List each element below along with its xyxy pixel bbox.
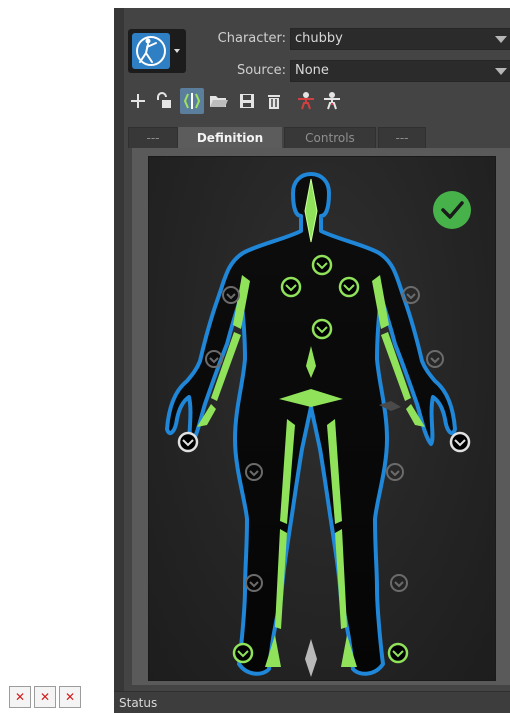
panel-edge (114, 8, 124, 713)
reference-bone[interactable] (305, 639, 317, 677)
character-controls-panel: Character: chubby Source: None --- Defin… (114, 8, 510, 713)
broken-image-icon: ✕ (59, 686, 81, 708)
right-hip-slot[interactable] (386, 463, 404, 481)
save-icon[interactable] (235, 88, 259, 114)
unlock-icon[interactable] (152, 88, 176, 114)
body-outline (165, 172, 457, 676)
right-elbow-slot[interactable] (426, 350, 444, 368)
definition-valid-indicator (433, 191, 471, 229)
left-hand-slot[interactable] (177, 431, 199, 453)
source-dropdown[interactable]: None (290, 60, 510, 82)
right-hand-slot[interactable] (449, 431, 471, 453)
tab-empty-right[interactable]: --- (378, 127, 426, 148)
tab-definition[interactable]: Definition (178, 127, 282, 148)
mirror-icon[interactable] (180, 88, 204, 114)
source-value: None (295, 63, 329, 78)
delete-icon[interactable] (262, 88, 286, 114)
right-foot-slot[interactable] (387, 642, 409, 664)
character-label: Character: (217, 31, 286, 46)
left-foot-slot[interactable] (232, 642, 254, 664)
left-shoulder-slot[interactable] (280, 276, 302, 298)
open-folder-icon[interactable] (207, 88, 231, 114)
chest-slot[interactable] (311, 318, 333, 340)
character-icon[interactable] (320, 88, 344, 114)
character-value: chubby (295, 31, 343, 46)
body-silhouette (165, 172, 457, 676)
right-clavicle-slot[interactable] (402, 286, 420, 304)
right-knee-slot[interactable] (390, 574, 408, 592)
tab-empty-left[interactable]: --- (128, 127, 178, 148)
plus-icon[interactable] (126, 88, 150, 114)
status-bar: Status (114, 691, 510, 713)
broken-image-icon: ✕ (34, 686, 56, 708)
source-label: Source: (236, 63, 286, 78)
broken-image-icon: ✕ (9, 686, 31, 708)
character-dropdown[interactable]: chubby (290, 28, 510, 50)
right-shoulder-slot[interactable] (338, 276, 360, 298)
chevron-down-icon (495, 68, 507, 75)
chevron-down-icon (495, 36, 507, 43)
status-label: Status (119, 696, 158, 710)
chevron-down-icon (174, 49, 180, 53)
tab-controls[interactable]: Controls (284, 127, 376, 148)
neck-slot[interactable] (311, 254, 333, 276)
character-definition-view (148, 156, 496, 681)
skeleton-icon[interactable] (294, 88, 318, 114)
toolbar (126, 88, 426, 114)
